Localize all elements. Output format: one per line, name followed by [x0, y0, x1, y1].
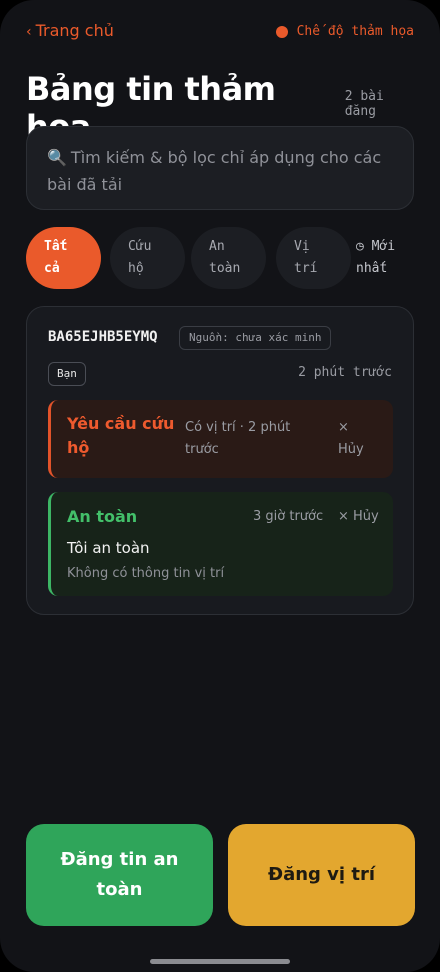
post-count: 2 bài đăng: [344, 89, 384, 119]
disaster-mode-indicator: Chế độ thảm họa: [275, 22, 414, 42]
top-bar: ‹ Trang chủ Chế độ thảm họa: [26, 20, 414, 44]
status-dot-icon: [275, 26, 288, 38]
filter-tab-location[interactable]: Vị trí: [276, 227, 351, 289]
post-type-label: An toàn: [67, 507, 138, 526]
post-message: Tôi an toàn: [67, 539, 150, 557]
search-placeholder: Tìm kiếm & bộ lọc chỉ áp dụng cho các bà…: [47, 148, 382, 194]
post-type-label: Yêu cầu cứu hộ: [67, 414, 175, 457]
filter-tab-label: An: [209, 239, 225, 254]
chevron-left-icon: ‹: [26, 24, 32, 40]
filter-tab-label: cả: [44, 261, 60, 276]
sort-label: Mới: [371, 239, 396, 254]
back-label: Trang chủ: [35, 21, 114, 40]
post-meta: Có vị trí · 2 phút trước: [185, 420, 291, 457]
search-input[interactable]: 🔍 Tìm kiếm & bộ lọc chỉ áp dụng cho các b…: [26, 126, 414, 210]
back-button[interactable]: ‹ Trang chủ: [26, 20, 114, 43]
filter-tab-label: toàn: [209, 261, 241, 276]
mode-label: Chế độ thảm họa: [296, 24, 414, 39]
user-id: BA65EJHB5EYMQ: [48, 329, 158, 345]
you-badge: Bạn: [48, 362, 86, 386]
user-post-card: BA65EJHB5EYMQ Nguồn: chưa xác minh Bạn 2…: [26, 306, 414, 615]
post-safe-button[interactable]: Đăng tin an toàn: [26, 824, 213, 926]
clock-icon: ◷: [356, 239, 364, 254]
filter-tab-all[interactable]: Tất cả: [26, 227, 101, 289]
post-location: Không có thông tin vị trí: [67, 566, 225, 581]
cancel-button[interactable]: × Hủy: [338, 417, 378, 461]
search-icon: 🔍: [47, 148, 67, 167]
safe-status-post: An toàn 3 giờ trước × Hủy Tôi an toàn Kh…: [48, 492, 393, 596]
filter-bar: Tất cả Cứu hộ An toàn Vị trí ◷ Mới nhất: [26, 227, 420, 289]
home-indicator[interactable]: [150, 959, 290, 964]
filter-tab-label: trí: [294, 261, 318, 276]
sort-newest-button[interactable]: ◷ Mới nhất: [356, 236, 395, 280]
sort-label: nhất: [356, 261, 388, 276]
filter-tab-safe[interactable]: An toàn: [191, 227, 266, 289]
filter-tab-label: Tất: [44, 239, 68, 254]
rescue-request-post: Yêu cầu cứu hộ Có vị trí · 2 phút trước …: [48, 400, 393, 478]
disaster-feed-screen: ‹ Trang chủ Chế độ thảm họa Bảng tin thảm…: [0, 0, 440, 972]
filter-tab-label: Cứu: [128, 239, 152, 254]
filter-tab-rescue[interactable]: Cứu hộ: [110, 227, 185, 289]
filter-tab-label: hộ: [128, 261, 144, 276]
source-badge: Nguồn: chưa xác minh: [179, 326, 332, 350]
card-timestamp: 2 phút trước: [298, 365, 392, 380]
post-location-button[interactable]: Đăng vị trí: [228, 824, 415, 926]
cancel-button[interactable]: × Hủy: [338, 506, 379, 528]
filter-tab-label: Vị: [294, 239, 310, 254]
post-meta: 3 giờ trước: [253, 509, 324, 524]
